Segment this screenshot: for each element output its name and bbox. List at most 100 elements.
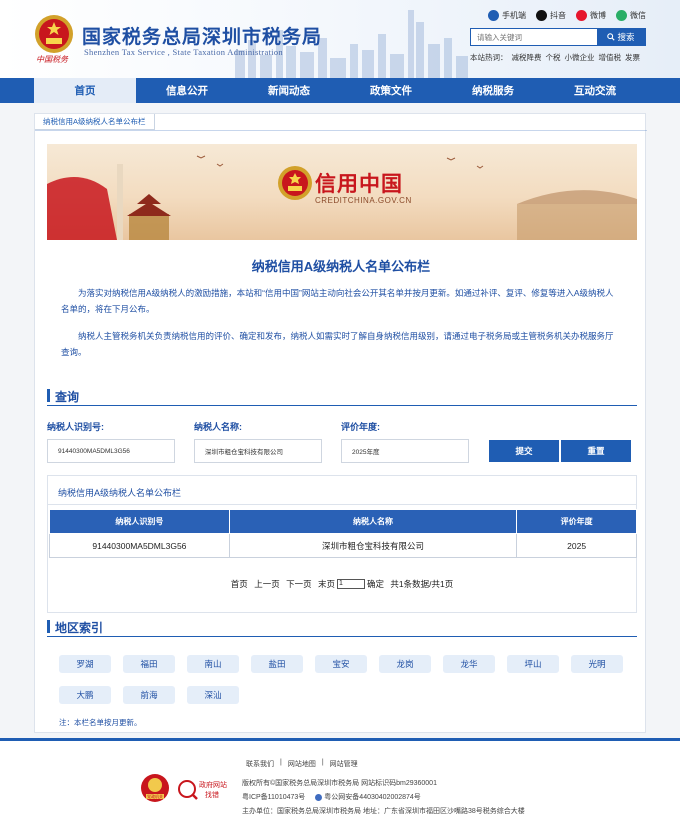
cell-taxpayer-id: 91440300MA5DML3G56 xyxy=(49,533,230,558)
results-panel: 纳税信用A级纳税人名单公布栏 纳税人识别号 纳税人名称 评价年度 9144030… xyxy=(47,475,637,613)
social-weibo[interactable]: 微博 xyxy=(576,10,606,21)
pagination: 首页 上一页 下一页 末页 1 确定 共1条数据/共1页 xyxy=(48,578,636,590)
area-button-yantian[interactable]: 盐田 xyxy=(251,655,303,673)
site-header: 中国税务 国家税务总局深圳市税务局 Shenzhen Tax Service ,… xyxy=(0,0,680,78)
table-row: 91440300MA5DML3G56 深圳市粗仓宝科技有限公司 2025 xyxy=(49,533,637,558)
section-accent-bar xyxy=(47,620,50,633)
weibo-icon xyxy=(576,10,587,21)
footer-police-record[interactable]: 粤公网安备44030402002874号 xyxy=(315,792,421,802)
area-button-nanshan[interactable]: 南山 xyxy=(187,655,239,673)
eval-year-select[interactable]: 2025年度 xyxy=(341,439,469,463)
party-gov-badge-icon[interactable]: 党政机关 xyxy=(140,773,170,803)
breadcrumb-divider xyxy=(35,130,647,131)
footer-copyright: 版权所有©国家税务总局深圳市税务局 网站标识码bm29360001 xyxy=(242,780,437,787)
social-wechat-label: 微信 xyxy=(630,11,646,20)
search-button[interactable]: 搜索 xyxy=(597,29,645,45)
area-button-futian[interactable]: 福田 xyxy=(123,655,175,673)
table-header-row: 纳税人识别号 纳税人名称 评价年度 xyxy=(49,509,637,534)
social-douyin-label: 抖音 xyxy=(550,11,566,20)
footer-police: 粤公网安备44030402002874号 xyxy=(324,794,421,801)
column-header: 纳税人识别号 xyxy=(49,509,230,534)
prev-page-link[interactable]: 上一页 xyxy=(254,578,280,590)
hotword-link[interactable]: 个税 xyxy=(546,52,561,63)
social-douyin[interactable]: 抖音 xyxy=(536,10,566,21)
social-weibo-label: 微博 xyxy=(590,11,606,20)
hotwords-label: 本站热词： xyxy=(470,53,508,62)
nav-item-policy[interactable]: 政策文件 xyxy=(340,78,442,103)
area-button-shenshan[interactable]: 深汕 xyxy=(187,686,239,704)
nav-item-info-disclosure[interactable]: 信息公开 xyxy=(136,78,238,103)
query-section-header: 查询 xyxy=(47,386,637,406)
search-input[interactable] xyxy=(471,29,597,45)
results-table: 纳税人识别号 纳税人名称 评价年度 91440300MA5DML3G56 深圳市… xyxy=(49,509,637,558)
social-mobile-label: 手机端 xyxy=(502,11,526,20)
social-mobile[interactable]: 手机端 xyxy=(488,10,526,21)
hotwords: 本站热词： 减税降费 个税 小微企业 增值税 发票 xyxy=(470,52,640,63)
search-box: 搜索 xyxy=(470,28,646,46)
social-links: 手机端 抖音 微博 微信 xyxy=(488,10,646,21)
cell-eval-year: 2025 xyxy=(516,533,637,558)
reset-button[interactable]: 重置 xyxy=(561,440,631,462)
gov-site-error-report-icon[interactable]: 政府网站 找错 xyxy=(178,777,234,801)
footer-icp[interactable]: 粤ICP备11010473号 xyxy=(242,792,305,802)
footer-link-sitemap[interactable]: 网站地图 xyxy=(288,759,316,769)
site-footer: 联系我们 | 网站地图 | 网站管理 党政机关 政府网站 找错 版权所有©国家税… xyxy=(0,738,680,830)
site-title[interactable]: 国家税务总局深圳市税务局 xyxy=(82,22,322,49)
area-button-guangming[interactable]: 光明 xyxy=(571,655,623,673)
party-gov-badge-text: 党政机关 xyxy=(147,793,163,799)
area-button-qianhai[interactable]: 前海 xyxy=(123,686,175,704)
cell-taxpayer-name: 深圳市粗仓宝科技有限公司 xyxy=(228,533,518,558)
footer-link-contact[interactable]: 联系我们 xyxy=(246,759,274,769)
banner-title: 信用中国 xyxy=(315,172,403,196)
taxpayer-name-label: 纳税人名称: xyxy=(194,422,242,432)
hotword-link[interactable]: 发票 xyxy=(625,52,640,63)
nav-item-news[interactable]: 新闻动态 xyxy=(238,78,340,103)
area-section-title: 地区索引 xyxy=(55,621,104,635)
area-button-luohu[interactable]: 罗湖 xyxy=(59,655,111,673)
footer-host: 主办单位：国家税务总局深圳市税务局 地址：广东省深圳市福田区沙嘴路38号税务综合… xyxy=(242,808,525,815)
area-button-longgang[interactable]: 龙岗 xyxy=(379,655,431,673)
area-button-pingshan[interactable]: 坪山 xyxy=(507,655,559,673)
page-number-input[interactable]: 1 xyxy=(336,579,365,589)
first-page-link[interactable]: 首页 xyxy=(231,578,248,590)
nav-item-interaction[interactable]: 互动交流 xyxy=(544,78,646,103)
hotword-link[interactable]: 减税降费 xyxy=(512,52,542,63)
nav-item-tax-service[interactable]: 纳税服务 xyxy=(442,78,544,103)
taxpayer-id-label: 纳税人识别号: xyxy=(47,422,104,432)
footer-registration: 粤ICP备11010473号 粤公网安备44030402002874号 xyxy=(242,792,421,802)
search-icon xyxy=(607,33,616,41)
area-button-dapeng[interactable]: 大鹏 xyxy=(59,686,111,704)
query-section-title: 查询 xyxy=(55,390,80,404)
credit-china-emblem-icon xyxy=(278,166,312,200)
section-accent-bar xyxy=(47,389,50,402)
hotword-link[interactable]: 小微企业 xyxy=(565,52,595,63)
page-title: 纳税信用A级纳税人名单公布栏 xyxy=(251,259,431,274)
taxpayer-name-field[interactable]: 深圳市粗仓宝科技有限公司 xyxy=(194,439,322,463)
site-subtitle: Shenzhen Tax Service , State Taxation Ad… xyxy=(84,47,283,57)
results-title: 纳税信用A级纳税人名单公布栏 xyxy=(58,488,182,498)
intro-paragraph: 纳税人主管税务机关负责纳税信用的评价、确定和发布，纳税人如需实时了解自身纳税信用… xyxy=(61,331,614,357)
wechat-icon xyxy=(616,10,627,21)
main-nav: 首页 信息公开 新闻动态 政策文件 纳税服务 互动交流 xyxy=(0,78,680,103)
submit-button[interactable]: 提交 xyxy=(489,440,559,462)
area-button-baoan[interactable]: 宝安 xyxy=(315,655,367,673)
area-section-header: 地区索引 xyxy=(47,617,637,637)
intro-paragraph: 为落实对纳税信用A级纳税人的激励措施，本站和“信用中国”网站主动向社会公开其名单… xyxy=(61,288,614,314)
credit-china-banner[interactable]: 信用中国 CREDITCHINA.GOV.CN xyxy=(47,144,637,240)
hotword-link[interactable]: 增值税 xyxy=(599,52,622,63)
nav-item-home[interactable]: 首页 xyxy=(34,78,136,103)
content-panel: 纳税信用A级纳税人名单公布栏 信用中国 CREDITCHINA.GOV.CN 纳… xyxy=(34,113,647,733)
update-note: 注：本栏名单按月更新。 xyxy=(59,718,142,727)
douyin-icon xyxy=(536,10,547,21)
results-divider xyxy=(48,504,636,505)
page-confirm-button[interactable]: 确定 xyxy=(367,578,384,590)
footer-link-admin[interactable]: 网站管理 xyxy=(330,759,358,769)
area-button-longhua[interactable]: 龙华 xyxy=(443,655,495,673)
column-header: 评价年度 xyxy=(516,509,637,534)
breadcrumb[interactable]: 纳税信用A级纳税人名单公布栏 xyxy=(35,114,155,130)
next-page-link[interactable]: 下一页 xyxy=(286,578,312,590)
last-page-link[interactable]: 末页 xyxy=(318,578,335,590)
emblem-caption: 中国税务 xyxy=(36,55,68,64)
taxpayer-id-field[interactable]: 91440300MA5DML3G56 xyxy=(47,439,175,463)
social-wechat[interactable]: 微信 xyxy=(616,10,646,21)
